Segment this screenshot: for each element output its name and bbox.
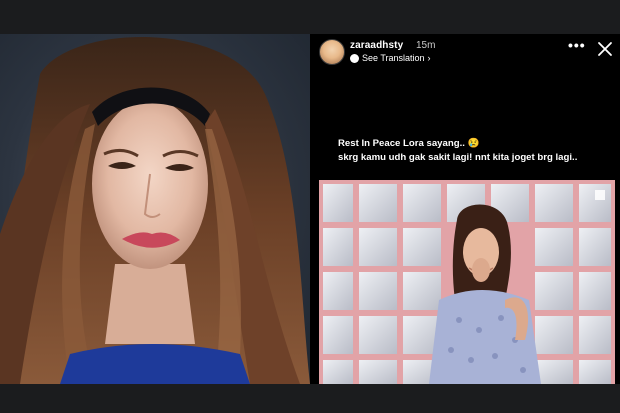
username[interactable]: zaraadhsty	[350, 40, 403, 51]
see-translation-link[interactable]: See Translation ›	[350, 53, 431, 63]
instagram-story: zaraadhsty 15m See Translation › ••• Res…	[310, 34, 620, 384]
portrait-photo	[0, 34, 310, 384]
avatar[interactable]	[319, 39, 345, 65]
story-caption: Rest In Peace Lora sayang.. 😢 skrg kamu …	[338, 137, 608, 165]
caption-line-2: skrg kamu udh gak sakit lagi! nnt kita j…	[338, 152, 578, 163]
more-horizontal-icon[interactable]: •••	[568, 38, 585, 54]
post-time: 15m	[416, 40, 436, 51]
story-photo	[319, 180, 615, 384]
close-icon[interactable]	[597, 41, 613, 57]
globe-icon	[350, 53, 359, 63]
story-header: zaraadhsty 15m See Translation › •••	[310, 34, 620, 68]
caption-line-1: Rest In Peace Lora sayang.. 😢	[338, 138, 480, 149]
see-translation-label: See Translation	[362, 53, 425, 63]
screenshot-frame: zaraadhsty 15m See Translation › ••• Res…	[0, 0, 620, 413]
chevron-right-icon: ›	[427, 53, 431, 63]
